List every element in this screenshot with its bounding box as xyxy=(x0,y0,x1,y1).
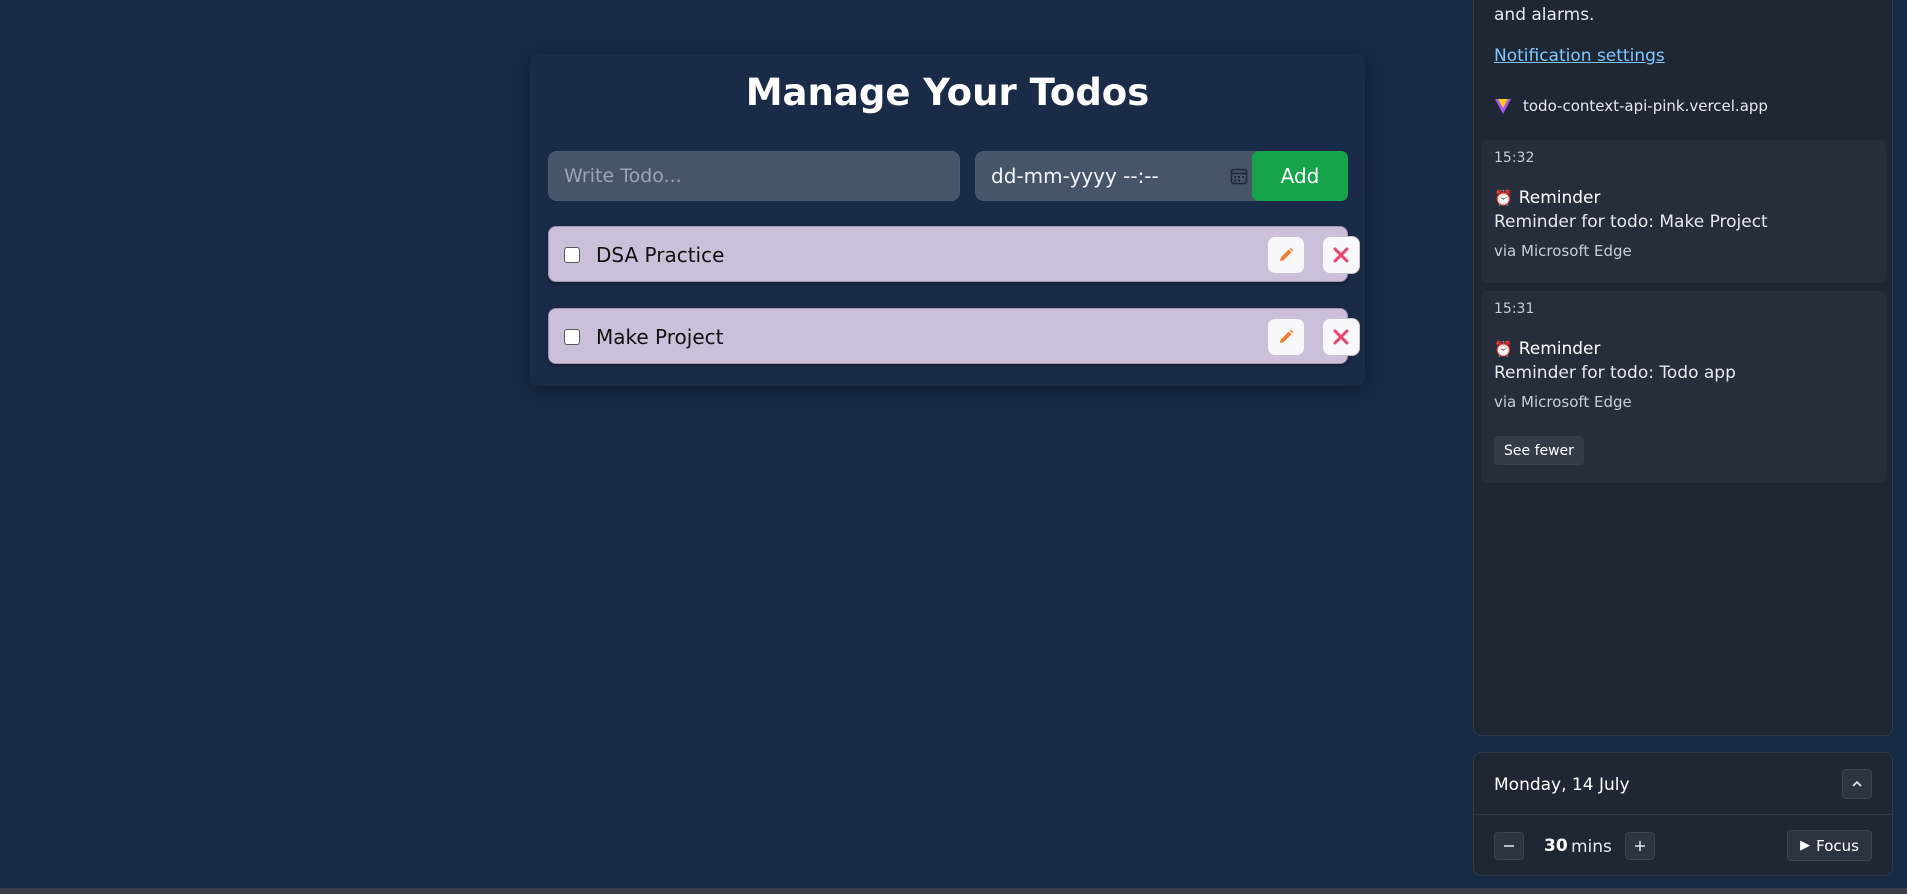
page-title: Manage Your Todos xyxy=(745,71,1150,114)
add-button[interactable]: Add xyxy=(1252,151,1348,201)
focus-minutes-unit: mins xyxy=(1571,837,1612,857)
notification-title: ⏰ Reminder xyxy=(1494,188,1601,208)
todo-card: Manage Your Todos dd-mm-yyyy --:-- Add D… xyxy=(530,54,1365,386)
todo-input[interactable] xyxy=(548,151,960,201)
site-name: todo-context-api-pink.vercel.app xyxy=(1523,97,1768,115)
delete-button[interactable] xyxy=(1322,236,1360,274)
notification-body: Reminder for todo: Todo app xyxy=(1494,363,1736,383)
notification-source: via Microsoft Edge xyxy=(1494,393,1632,411)
minus-icon xyxy=(1504,845,1514,847)
todo-item: Make Project xyxy=(548,308,1360,364)
todo-item: DSA Practice xyxy=(548,226,1360,282)
todo-text: Make Project xyxy=(596,325,724,349)
notification-panel: and alarms. Notification settings todo-c… xyxy=(1473,0,1893,736)
calendar-date[interactable]: Monday, 14 July xyxy=(1494,775,1630,795)
edit-button[interactable] xyxy=(1267,236,1305,274)
notification-body: Reminder for todo: Make Project xyxy=(1494,212,1768,232)
todo-checkbox[interactable] xyxy=(564,247,580,263)
focus-button[interactable]: ▶ Focus xyxy=(1787,830,1872,861)
notification-title-text: Reminder xyxy=(1518,188,1601,208)
plus-icon xyxy=(1635,841,1645,851)
pencil-icon xyxy=(1280,329,1294,343)
taskbar-edge xyxy=(0,888,1907,894)
see-fewer-button[interactable]: See fewer xyxy=(1494,436,1584,465)
vercel-logo-icon xyxy=(1495,99,1511,114)
focus-panel: Monday, 14 July 30 mins ▶ Focus xyxy=(1473,752,1893,876)
panel-truncated-text: and alarms. xyxy=(1494,5,1595,25)
collapse-button[interactable] xyxy=(1842,769,1872,799)
delete-button[interactable] xyxy=(1322,318,1360,356)
edit-button[interactable] xyxy=(1267,318,1305,356)
notification-card[interactable]: 15:32 ⏰ Reminder Reminder for todo: Make… xyxy=(1481,140,1886,283)
chevron-up-icon xyxy=(1852,780,1862,787)
increase-minutes-button[interactable] xyxy=(1625,832,1655,860)
calendar-icon[interactable] xyxy=(1230,167,1248,185)
datetime-input[interactable]: dd-mm-yyyy --:-- xyxy=(975,151,1267,201)
notification-title: ⏰ Reminder xyxy=(1494,339,1601,359)
decrease-minutes-button[interactable] xyxy=(1494,832,1524,860)
todo-text: DSA Practice xyxy=(596,243,725,267)
notification-time: 15:32 xyxy=(1494,150,1535,166)
alarm-clock-icon: ⏰ xyxy=(1494,340,1513,358)
datetime-placeholder: dd-mm-yyyy --:-- xyxy=(991,164,1159,188)
focus-label: Focus xyxy=(1816,836,1859,855)
close-icon xyxy=(1333,247,1349,263)
divider xyxy=(1474,814,1892,815)
alarm-clock-icon: ⏰ xyxy=(1494,189,1513,207)
close-icon xyxy=(1333,329,1349,345)
todo-checkbox[interactable] xyxy=(564,329,580,345)
notification-title-text: Reminder xyxy=(1518,339,1601,359)
pencil-icon xyxy=(1280,247,1294,261)
notification-settings-link[interactable]: Notification settings xyxy=(1494,46,1665,66)
notification-card[interactable]: 15:31 ⏰ Reminder Reminder for todo: Todo… xyxy=(1481,291,1886,483)
notification-time: 15:31 xyxy=(1494,301,1535,317)
notification-source-header: todo-context-api-pink.vercel.app xyxy=(1494,97,1768,115)
focus-minutes-value: 30 xyxy=(1544,836,1568,856)
notification-source: via Microsoft Edge xyxy=(1494,242,1632,260)
play-icon: ▶ xyxy=(1800,838,1811,853)
